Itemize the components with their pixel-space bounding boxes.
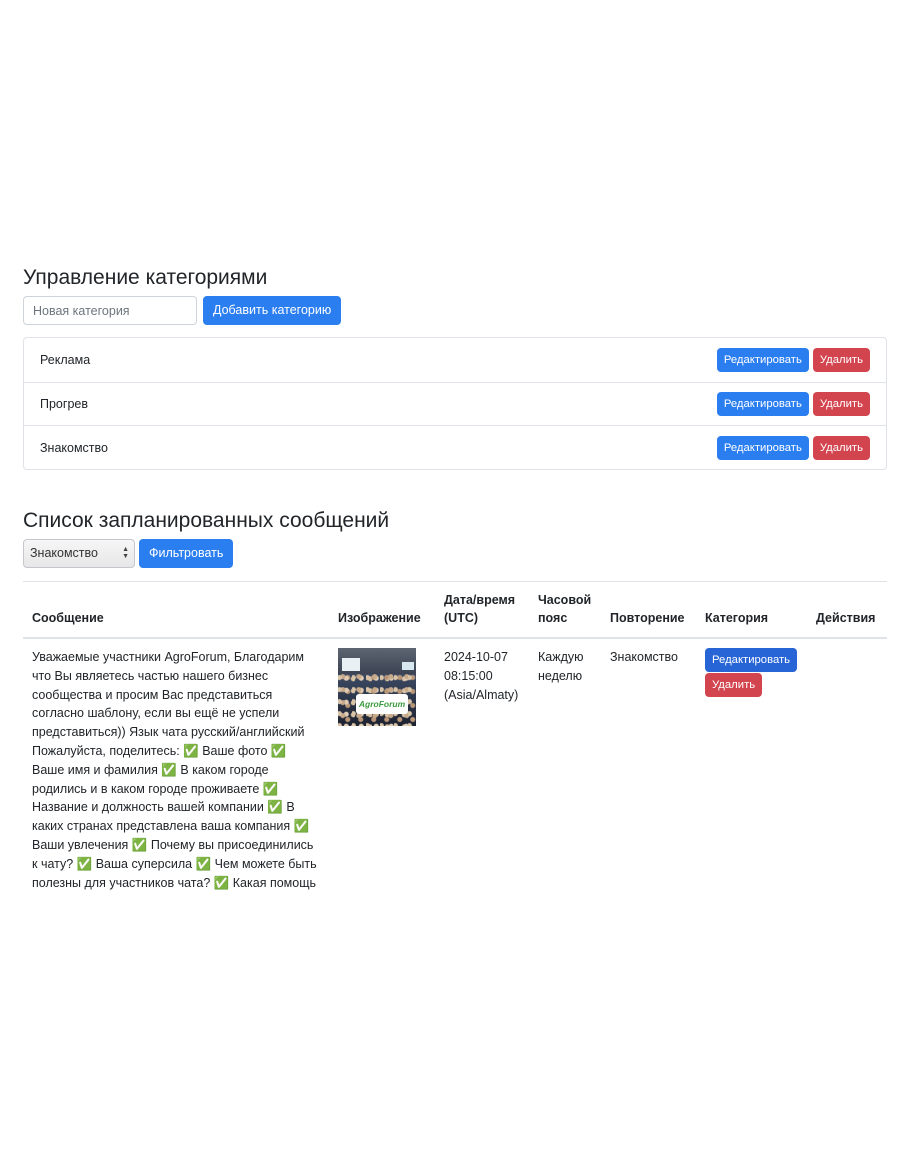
image-cell: AgroForum: [329, 638, 435, 905]
edit-category-button[interactable]: Редактировать: [716, 435, 809, 460]
column-header-datetime: Дата/время (UTC): [435, 581, 529, 639]
category-name: Реклама: [40, 352, 91, 367]
repeat-cell: Знакомство: [601, 638, 696, 905]
category-value: Знакомство: [610, 650, 678, 664]
column-header-message: Сообщение: [23, 581, 329, 639]
category-item: Прогрев Редактировать Удалить: [24, 381, 886, 426]
column-header-image: Изображение: [329, 581, 435, 639]
category-filter-value: Знакомство: [30, 546, 98, 560]
datetime-value: 2024-10-07 08:15:00: [444, 650, 508, 683]
messages-title: Список запланированных сообщений: [23, 509, 390, 532]
agroforum-logo: AgroForum: [356, 694, 408, 714]
filter-button[interactable]: Фильтровать: [139, 539, 234, 568]
messages-table: Сообщение Изображение Дата/время (UTC) Ч…: [23, 581, 887, 905]
category-actions: Редактировать Удалить: [716, 392, 870, 417]
timezone-note: (Asia/Almaty): [444, 687, 519, 702]
repeat-value: Каждую неделю: [538, 650, 584, 683]
select-arrows-icon: ▲ ▼: [122, 546, 129, 560]
filter-form: Знакомство ▲ ▼ Фильтровать: [23, 539, 234, 568]
column-header-category: Категория: [696, 581, 807, 639]
add-category-form: Добавить категорию: [23, 296, 342, 325]
delete-category-button[interactable]: Удалить: [812, 347, 870, 372]
category-name: Прогрев: [40, 397, 88, 412]
message-text: Уважаемые участники AgroForum, Благодари…: [32, 650, 317, 896]
column-header-timezone: Часовой пояс: [529, 581, 601, 639]
delete-category-button[interactable]: Удалить: [812, 435, 870, 460]
table-row: Уважаемые участники AgroForum, Благодари…: [23, 638, 887, 905]
edit-category-button[interactable]: Редактировать: [716, 392, 809, 417]
timezone-cell: Каждую неделю: [529, 638, 601, 905]
add-category-button[interactable]: Добавить категорию: [203, 296, 342, 325]
categories-title: Управление категориями: [23, 266, 268, 289]
category-list: Реклама Редактировать Удалить Прогрев Ре…: [23, 337, 887, 471]
category-actions: Редактировать Удалить: [716, 347, 870, 372]
thumbnail-screen: [402, 662, 414, 670]
edit-message-button[interactable]: Редактировать: [705, 648, 798, 672]
category-actions: Редактировать Удалить: [716, 435, 870, 460]
table-header-row: Сообщение Изображение Дата/время (UTC) Ч…: [23, 581, 887, 639]
category-name: Знакомство: [40, 440, 108, 455]
column-header-repeat: Повторение: [601, 581, 696, 639]
message-image-thumbnail[interactable]: AgroForum: [338, 648, 416, 726]
column-header-actions: Действия: [807, 581, 887, 639]
datetime-cell: 2024-10-07 08:15:00 (Asia/Almaty): [435, 638, 529, 905]
new-category-input[interactable]: [23, 296, 197, 325]
message-cell: Уважаемые участники AgroForum, Благодари…: [23, 638, 329, 905]
delete-category-button[interactable]: Удалить: [812, 392, 870, 417]
category-cell: Редактировать Удалить: [696, 638, 807, 905]
edit-category-button[interactable]: Редактировать: [716, 347, 809, 372]
category-item: Знакомство Редактировать Удалить: [24, 425, 886, 469]
category-item: Реклама Редактировать Удалить: [24, 338, 886, 382]
thumbnail-screen: [342, 658, 360, 671]
delete-message-button[interactable]: Удалить: [705, 673, 763, 697]
actions-cell: [807, 638, 887, 905]
category-filter-select[interactable]: Знакомство ▲ ▼: [23, 539, 135, 568]
